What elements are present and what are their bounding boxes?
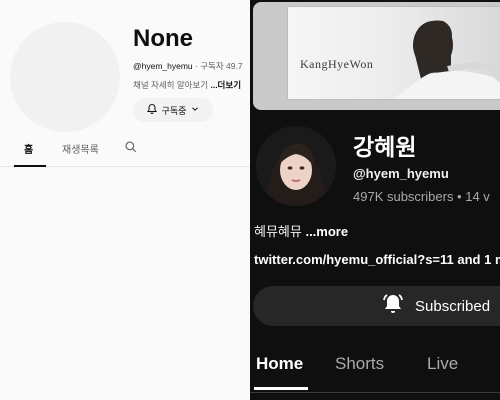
tab-shorts[interactable]: Shorts — [335, 354, 384, 374]
channel-handle: @hyem_hyemu — [353, 166, 449, 181]
channel-description[interactable]: 채널 자세히 알아보기 ...더보기 — [133, 79, 241, 91]
channel-stats: 497K subscribers • 14 v — [353, 189, 490, 204]
channel-description[interactable]: 혜뮤혜뮤 ...more — [254, 221, 348, 240]
search-icon[interactable] — [124, 140, 138, 159]
dark-channel-page: KangHyeWon 강혜원 @hyem_hyemu 497K subscrib… — [250, 0, 500, 400]
banner-portrait — [393, 20, 500, 99]
channel-meta: @hyem_hyemu · 구독자 49.7 — [133, 60, 243, 72]
more-link[interactable]: ...더보기 — [210, 80, 241, 90]
channel-banner[interactable]: KangHyeWon — [253, 2, 500, 110]
description-text: 혜뮤혜뮤 — [254, 224, 306, 239]
channel-name: None — [133, 25, 193, 52]
tab-home[interactable]: 홈 — [24, 141, 33, 156]
active-tab-indicator — [14, 165, 46, 167]
subscriber-count: · 구독자 49.7 — [192, 61, 243, 71]
channel-external-link[interactable]: twitter.com/hyemu_official?s=11 and 1 m — [254, 252, 500, 267]
channel-tabs: 홈 재생목록 — [0, 134, 250, 167]
active-tab-indicator — [254, 387, 308, 390]
chevron-down-icon — [190, 104, 200, 116]
channel-avatar-placeholder[interactable] — [10, 22, 120, 132]
channel-tabs: Home Shorts Live — [250, 340, 500, 393]
tab-home[interactable]: Home — [256, 354, 303, 374]
bell-icon — [146, 103, 158, 117]
channel-handle: @hyem_hyemu — [133, 61, 193, 71]
description-text: 채널 자세히 알아보기 — [133, 80, 211, 90]
banner-image: KangHyeWon — [287, 6, 500, 100]
channel-avatar[interactable] — [256, 126, 336, 206]
subscribed-button[interactable]: Subscribed — [253, 286, 500, 326]
channel-name: 강혜원 — [353, 134, 417, 160]
tab-playlists[interactable]: 재생목록 — [62, 141, 99, 156]
banner-title: KangHyeWon — [300, 57, 374, 71]
bell-ring-icon — [381, 292, 405, 320]
light-channel-page: None @hyem_hyemu · 구독자 49.7 채널 자세히 알아보기 … — [0, 0, 250, 400]
subscribed-label: 구독중 — [161, 105, 187, 116]
tab-live[interactable]: Live — [427, 354, 458, 374]
subscribed-label: Subscribed — [415, 297, 491, 315]
subscribed-button[interactable]: 구독중 — [133, 98, 213, 122]
more-link[interactable]: ...more — [305, 224, 348, 239]
avatar-portrait — [256, 126, 336, 206]
